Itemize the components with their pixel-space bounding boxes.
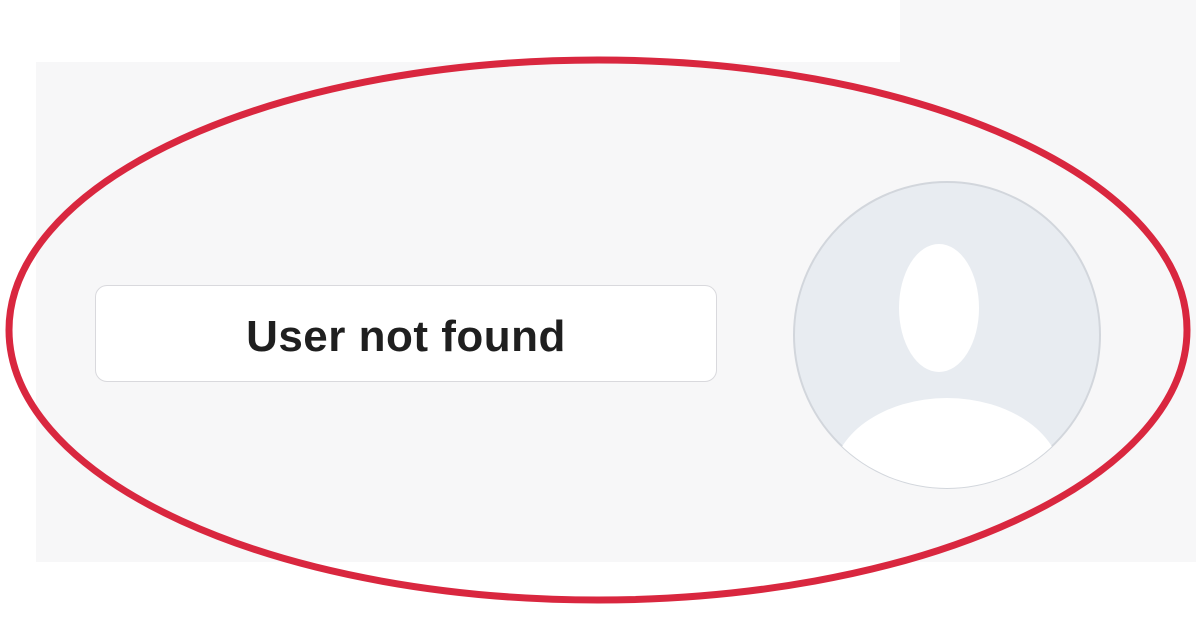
user-not-found-text: User not found xyxy=(246,311,566,361)
default-user-avatar-icon xyxy=(793,181,1101,489)
user-not-found-message-box: User not found xyxy=(95,285,717,382)
avatar-head-shape xyxy=(899,244,979,372)
screenshot-stage: User not found xyxy=(0,0,1196,628)
background-panel-strip xyxy=(900,0,1196,62)
